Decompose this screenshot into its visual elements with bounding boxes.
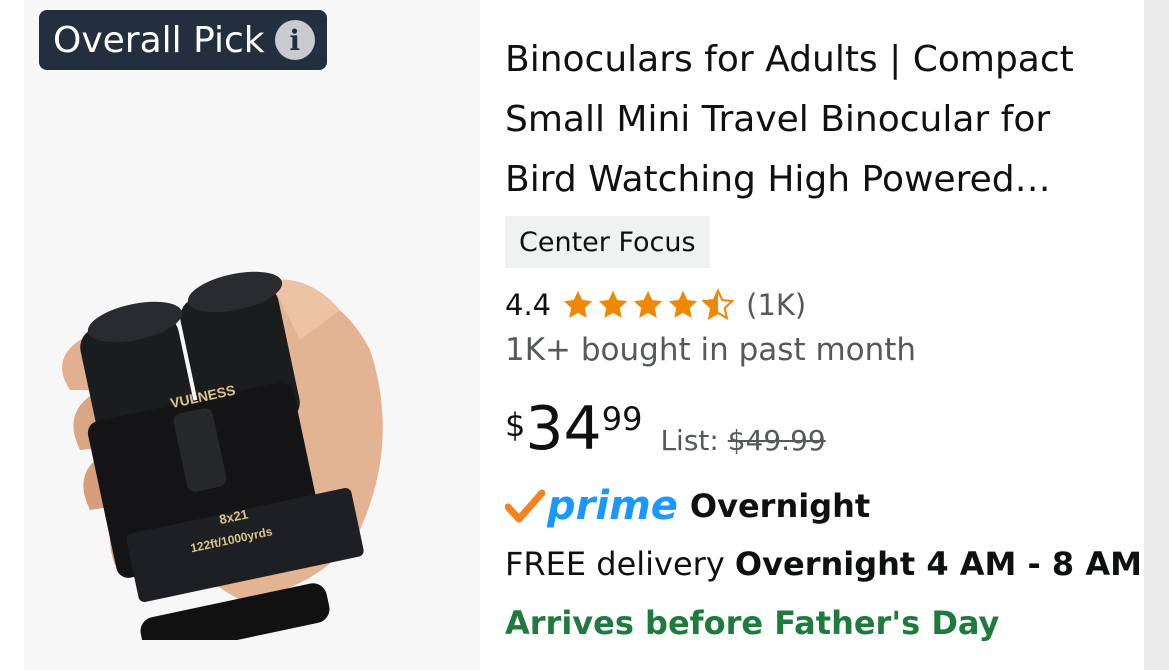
delivery-prefix: FREE delivery: [505, 545, 735, 583]
rating-value: 4.4: [505, 288, 552, 322]
star-half-icon: [701, 288, 735, 320]
star-full-icon: [598, 290, 628, 318]
bought-count: 1K+ bought in past month: [505, 332, 917, 368]
variant-chip[interactable]: Center Focus: [505, 216, 710, 268]
prime-check-icon: [505, 489, 545, 523]
product-card[interactable]: Overall Pick i VULNESS 8x21 122ft/1000yr…: [0, 0, 1144, 670]
star-full-icon: [633, 290, 663, 318]
price-row: $ 34 99 List: $49.99: [505, 396, 826, 466]
price-whole: 34: [525, 394, 602, 464]
badge-label: Overall Pick: [53, 19, 265, 61]
prime-speed: Overnight: [689, 487, 871, 525]
price-symbol: $: [505, 406, 526, 444]
product-title[interactable]: Binoculars for Adults | Compact Small Mi…: [505, 30, 1120, 210]
overall-pick-badge: Overall Pick i: [39, 10, 327, 70]
prime-row: prime Overnight: [505, 483, 871, 529]
list-price-value: $49.99: [727, 424, 826, 457]
list-price: List: $49.99: [660, 424, 825, 457]
prime-logo: prime: [547, 483, 678, 529]
list-price-label: List:: [660, 424, 719, 457]
info-icon[interactable]: i: [274, 20, 315, 60]
rating-row[interactable]: 4.4 (1K): [505, 283, 806, 327]
star-full-icon: [563, 290, 593, 318]
delivery-info: FREE delivery Overnight 4 AM - 8 AM: [505, 545, 1142, 583]
review-count[interactable]: (1K): [746, 288, 806, 322]
star-full-icon: [668, 290, 698, 318]
delivery-window: Overnight 4 AM - 8 AM: [734, 545, 1142, 583]
price-fraction: 99: [601, 400, 643, 438]
star-rating: [561, 288, 736, 322]
product-image[interactable]: VULNESS 8x21 122ft/1000yrds: [40, 270, 460, 640]
arrives-note: Arrives before Father's Day: [505, 604, 1000, 642]
